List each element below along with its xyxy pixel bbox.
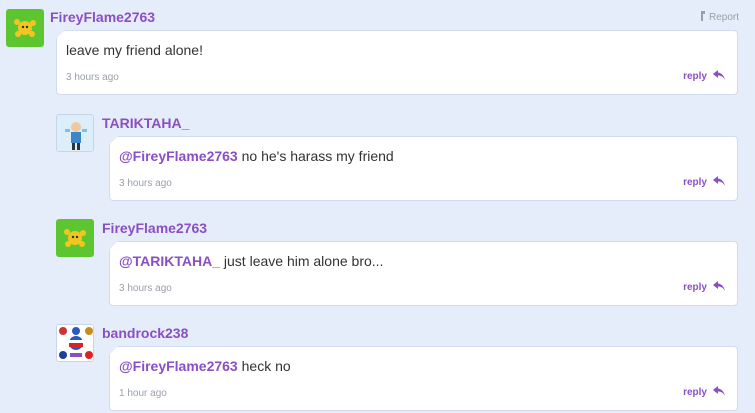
sun-creature-icon xyxy=(64,229,86,247)
character-avatar-icon xyxy=(57,115,93,151)
reply-label: reply xyxy=(683,387,707,398)
username[interactable]: FireyFlame2763 xyxy=(50,9,155,25)
reply-button[interactable]: reply xyxy=(683,176,725,189)
comment-bubble: @FireyFlame2763 heck no 1 hour ago reply xyxy=(109,346,738,411)
reply-arrow-icon xyxy=(713,176,725,189)
comment-bubble: leave my friend alone! 3 hours ago reply xyxy=(56,30,738,95)
bubble-tail xyxy=(109,346,118,355)
mention-link[interactable]: @FireyFlame2763 xyxy=(119,148,238,164)
reply-arrow-icon xyxy=(713,281,725,294)
flag-icon xyxy=(699,11,705,24)
comment: TARIKTAHA_ @FireyFlame2763 no he's haras… xyxy=(0,100,755,205)
comment-text: leave my friend alone! xyxy=(66,42,203,58)
comment-text: @FireyFlame2763 no he's harass my friend xyxy=(119,148,394,164)
comment: bandrock238 @FireyFlame2763 heck no 1 ho… xyxy=(0,310,755,413)
username[interactable]: TARIKTAHA_ xyxy=(102,115,189,131)
reply-button[interactable]: reply xyxy=(683,281,725,294)
mention-link[interactable]: @TARIKTAHA_ xyxy=(119,253,220,269)
timestamp: 3 hours ago xyxy=(119,283,172,294)
reply-label: reply xyxy=(683,71,707,82)
reply-label: reply xyxy=(683,177,707,188)
flag-balls-icon xyxy=(57,325,93,361)
reply-label: reply xyxy=(683,282,707,293)
avatar[interactable] xyxy=(6,9,44,47)
comment-body: heck no xyxy=(237,358,291,374)
username[interactable]: FireyFlame2763 xyxy=(102,220,207,236)
reply-button[interactable]: reply xyxy=(683,70,725,83)
comment-bubble: @FireyFlame2763 no he's harass my friend… xyxy=(109,136,738,201)
avatar[interactable] xyxy=(56,324,94,362)
comment-text: @TARIKTAHA_ just leave him alone bro... xyxy=(119,253,383,269)
comment-body: just leave him alone bro... xyxy=(220,253,384,269)
username[interactable]: bandrock238 xyxy=(102,325,188,341)
timestamp: 1 hour ago xyxy=(119,388,167,399)
sun-creature-icon xyxy=(14,19,36,37)
reply-arrow-icon xyxy=(713,70,725,83)
report-button[interactable]: Report xyxy=(699,11,739,24)
reply-arrow-icon xyxy=(713,386,725,399)
comment-bubble: @TARIKTAHA_ just leave him alone bro... … xyxy=(109,241,738,306)
comment-body: no he's harass my friend xyxy=(237,148,394,164)
mention-link[interactable]: @FireyFlame2763 xyxy=(119,358,238,374)
bubble-tail xyxy=(109,241,118,250)
timestamp: 3 hours ago xyxy=(66,72,119,83)
comment: FireyFlame2763 @TARIKTAHA_ just leave hi… xyxy=(0,205,755,310)
comment-text: @FireyFlame2763 heck no xyxy=(119,358,291,374)
report-label: Report xyxy=(708,12,739,23)
bubble-tail xyxy=(56,30,65,39)
avatar[interactable] xyxy=(56,114,94,152)
avatar[interactable] xyxy=(56,219,94,257)
comment: FireyFlame2763 Report leave my friend al… xyxy=(0,0,755,100)
bubble-tail xyxy=(109,136,118,145)
reply-button[interactable]: reply xyxy=(683,386,725,399)
comment-body: leave my friend alone! xyxy=(66,42,203,58)
timestamp: 3 hours ago xyxy=(119,178,172,189)
